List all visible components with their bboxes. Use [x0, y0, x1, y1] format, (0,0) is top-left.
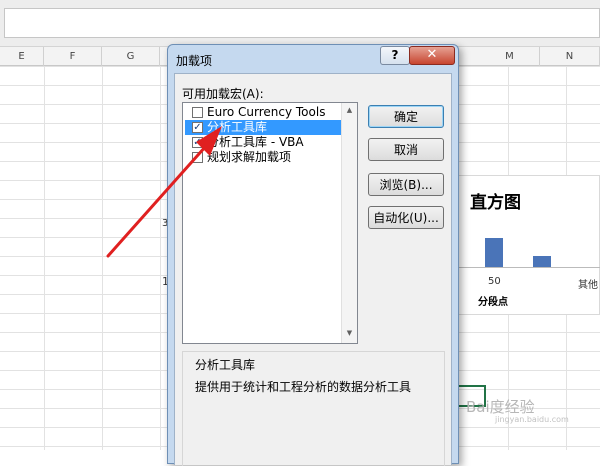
annotation-arrow: [106, 126, 222, 258]
arrow-shaft: [106, 144, 208, 258]
